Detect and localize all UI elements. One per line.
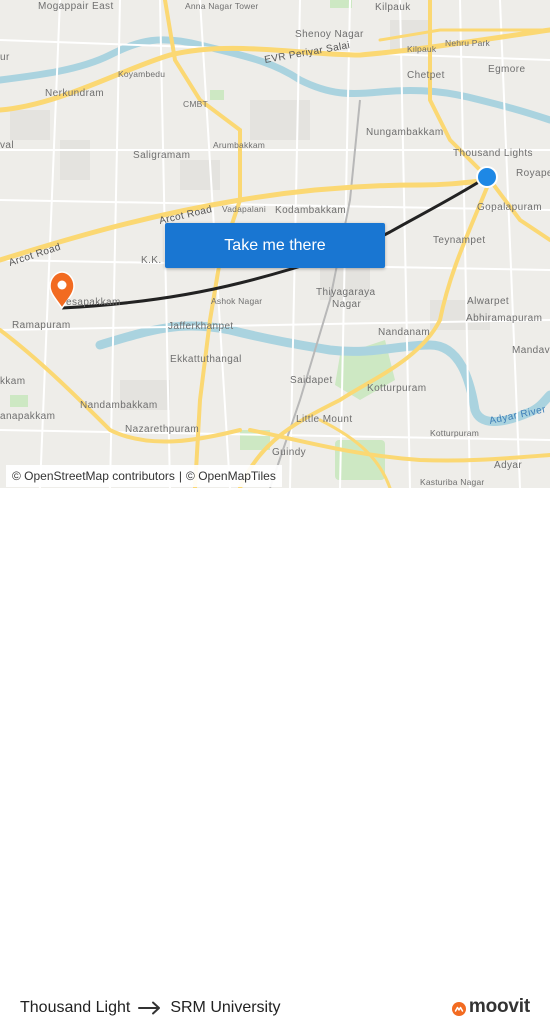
label-ramapuram: Ramapuram bbox=[12, 320, 71, 331]
label-virugambakkam: esapakkam bbox=[66, 297, 121, 308]
label-nandambakkam: Nandambakkam bbox=[80, 400, 158, 411]
label-royapettah: Royape bbox=[516, 168, 550, 179]
origin-marker[interactable] bbox=[476, 166, 498, 188]
attribution-separator: | bbox=[178, 469, 183, 483]
label-kilpauk: Kilpauk bbox=[375, 2, 411, 13]
label-little-mount: Little Mount bbox=[296, 414, 353, 425]
label-ur: ur bbox=[0, 52, 10, 63]
map-attribution: © OpenStreetMap contributors | © OpenMap… bbox=[6, 465, 282, 487]
route-summary: Thousand Light SRM University bbox=[20, 999, 281, 1017]
label-thiyagaraya-nagar: Nagar bbox=[332, 299, 362, 310]
label-vadapalani: Vadapalani bbox=[222, 204, 266, 214]
label-manapakkam: anapakkam bbox=[0, 411, 55, 422]
label-shenoy-nagar: Shenoy Nagar bbox=[295, 29, 364, 40]
label-nazarethpuram: Nazarethpuram bbox=[125, 424, 199, 435]
label-jafferkhanpet: Jafferkhanpet bbox=[168, 321, 234, 332]
label-arumbakkam: Arumbakkam bbox=[213, 140, 265, 150]
label-guindy: Guindy bbox=[272, 447, 306, 458]
route-footer: Thousand Light SRM University moovit bbox=[0, 488, 550, 1017]
label-alwarpet: Alwarpet bbox=[467, 296, 509, 307]
moovit-logo[interactable]: moovit bbox=[451, 996, 530, 1018]
label-kasturiba-nagar: Kasturiba Nagar bbox=[420, 477, 484, 487]
moovit-wordmark: moovit bbox=[468, 996, 530, 1017]
moovit-logo-icon bbox=[451, 1000, 466, 1016]
label-adyar: Adyar bbox=[494, 460, 522, 471]
label-saidapet: Saidapet bbox=[290, 375, 333, 386]
omt-attribution-link[interactable]: © OpenMapTiles bbox=[186, 469, 276, 483]
label-abhiramapuram: Abhiramapuram bbox=[466, 313, 542, 324]
label-saligramam: Saligramam bbox=[133, 150, 190, 161]
label-thiyagaraya: Thiyagaraya bbox=[316, 287, 375, 298]
label-nerkundram: Nerkundram bbox=[45, 88, 104, 99]
label-kk-left: kkam bbox=[0, 376, 26, 387]
label-koyambedu: Koyambedu bbox=[118, 69, 165, 79]
take-me-there-button[interactable]: Take me there bbox=[165, 223, 385, 268]
destination-name: SRM University bbox=[170, 999, 281, 1016]
label-gopalapuram: Gopalapuram bbox=[477, 202, 542, 213]
label-val: val bbox=[0, 140, 14, 151]
label-ashok-nagar: Ashok Nagar bbox=[211, 296, 262, 306]
label-nandanam: Nandanam bbox=[378, 327, 430, 338]
label-egmore: Egmore bbox=[488, 64, 525, 75]
right-arrow-icon bbox=[138, 1001, 162, 1015]
map-view[interactable]: Mogappair East Anna Nagar Tower Kilpauk … bbox=[0, 0, 550, 488]
origin-name: Thousand Light bbox=[20, 999, 131, 1016]
label-chetpet: Chetpet bbox=[407, 70, 445, 81]
label-nungambakkam: Nungambakkam bbox=[366, 127, 444, 138]
label-teynampet: Teynampet bbox=[433, 235, 486, 246]
label-kilpauk-small: Kilpauk bbox=[407, 44, 437, 54]
label-ekkattuthangal: Ekkattuthangal bbox=[170, 354, 242, 365]
label-kotturpuram-2: Kotturpuram bbox=[430, 428, 479, 438]
label-nehru-park: Nehru Park bbox=[445, 38, 491, 48]
label-anna-nagar-tower: Anna Nagar Tower bbox=[185, 1, 258, 11]
label-thousand-lights: Thousand Lights bbox=[453, 148, 533, 159]
osm-attribution-link[interactable]: © OpenStreetMap contributors bbox=[12, 469, 175, 483]
label-kodambakkam: Kodambakkam bbox=[275, 205, 346, 216]
label-mandaveli: Mandav bbox=[512, 345, 550, 356]
label-cmbt: CMBT bbox=[183, 99, 208, 109]
label-kotturpuram: Kotturpuram bbox=[367, 383, 426, 394]
label-kk-nagar: K.K. bbox=[141, 255, 162, 266]
label-mogappair-east: Mogappair East bbox=[38, 1, 114, 12]
